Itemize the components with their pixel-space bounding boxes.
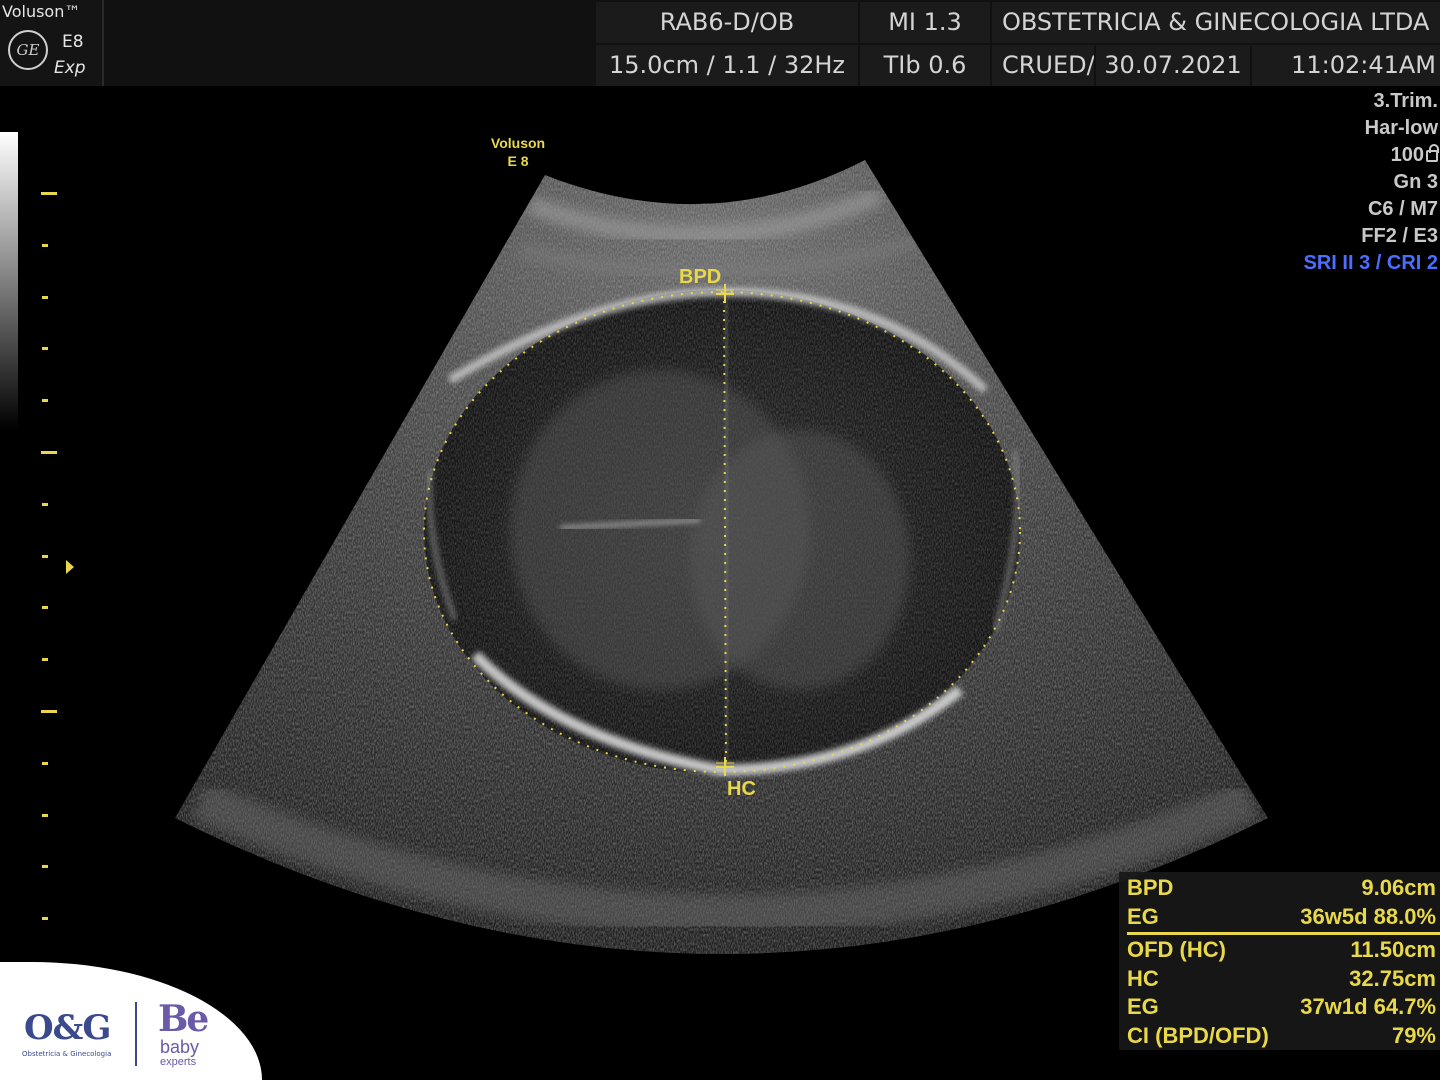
depth-tick-minor [42,399,48,403]
measurement-value: 36w5d 88.0% [1300,903,1436,929]
measurement-value: 79% [1391,1022,1436,1048]
depth-tick-major [41,192,57,195]
measurement-row-eg-hc: EG 37w1d 64.7% [1127,993,1436,1022]
measurement-value: 32.75cm [1349,965,1436,991]
depth-tick-minor [42,813,48,817]
baby-text: baby [160,1037,200,1057]
measurement-value: 9.06cm [1361,875,1436,900]
be-baby-logo: Be [158,998,209,1040]
model-label: E8 [62,32,84,52]
tib-value: TIb 0.6 [860,45,990,86]
measurement-row-ci: CI (BPD/OFD) 79% [1127,1022,1436,1051]
gain-value: Gn 3 [1393,171,1438,193]
measurement-label: BPD [1127,875,1174,900]
brand-name: Voluson™ [2,2,81,21]
ff-value: FF2 / E3 [1361,225,1438,247]
status-header: Voluson™ GE E8 Exp RAB6-D/OB MI 1.3 OBST… [0,0,1440,86]
depth-tick-minor [42,554,48,558]
lock-icon [1426,144,1439,162]
depth-frequency: 15.0cm / 1.1 / 32Hz [596,45,858,86]
image-brand-line2: E 8 [507,153,529,169]
measurement-row-bpd: BPD 9.06cm [1127,874,1436,903]
measurement-value: 37w1d 64.7% [1300,994,1436,1019]
measurement-label: HC [1127,965,1159,991]
sri-value: SRI II 3 / CRI 2 [1303,252,1438,274]
experts-text: experts [160,1056,197,1068]
harmonic-mode: Har-low [1364,117,1438,139]
measurement-label: EG [1127,994,1159,1019]
image-brand-label: Voluson E 8 [482,134,554,170]
depth-tick-minor [42,347,48,351]
measurement-label: CI (BPD/OFD) [1127,1022,1269,1048]
grayscale-bar [0,132,18,430]
power-value: 100 [1304,142,1439,169]
mode-label: Exp [54,58,86,78]
brand-block: Voluson™ GE E8 Exp [0,0,104,86]
hc-caliper-label: HC [727,778,756,800]
institution-name: OBSTETRICIA & GINECOLOGIA LTDA [992,2,1440,43]
measurement-value: 11.50cm [1350,937,1436,962]
measurement-row-ofd: OFD (HC) 11.50cm [1127,936,1436,965]
depth-tick-major [41,451,57,454]
trimester-preset: 3.Trim. [1373,90,1438,112]
og-subtitle: Obstetrícia & Ginecologia [22,1050,112,1058]
depth-tick-minor [42,295,48,299]
og-logo: O&G [24,1008,111,1048]
depth-tick-minor [42,606,48,610]
operator-name: CRUED/ [992,45,1094,86]
bpd-caliper-label: BPD [679,266,722,288]
measurement-row-hc: HC 32.75cm [1127,965,1436,994]
power-number: 100 [1390,144,1424,166]
depth-tick-minor [42,917,48,921]
exam-time: 11:02:41AM [1252,45,1440,86]
exam-date: 30.07.2021 [1096,45,1250,86]
depth-tick-minor [42,761,48,765]
measurement-label: EG [1127,903,1159,929]
imaging-parameters: 3.Trim. Har-low 100 Gn 3 C6 / M7 FF2 / E… [1303,88,1439,277]
ge-logo-icon: GE [8,30,48,70]
depth-tick-minor [42,502,48,506]
measurement-row-eg-bpd: EG 36w5d 88.0% [1127,903,1436,932]
measurement-divider [1127,932,1440,935]
measurement-panel: BPD 9.06cm EG 36w5d 88.0% OFD (HC) 11.50… [1119,872,1440,1050]
depth-tick-major [41,710,57,713]
focus-marker-icon[interactable] [66,560,74,574]
mi-value: MI 1.3 [860,2,990,43]
depth-tick-minor [42,243,48,247]
probe-label: RAB6-D/OB [596,2,858,43]
depth-tick-minor [42,865,48,869]
image-brand-line1: Voluson [490,135,546,151]
measurement-label: OFD (HC) [1127,937,1226,962]
cm-value: C6 / M7 [1367,198,1438,220]
depth-tick-minor [42,658,48,662]
logo-divider [135,1002,137,1066]
